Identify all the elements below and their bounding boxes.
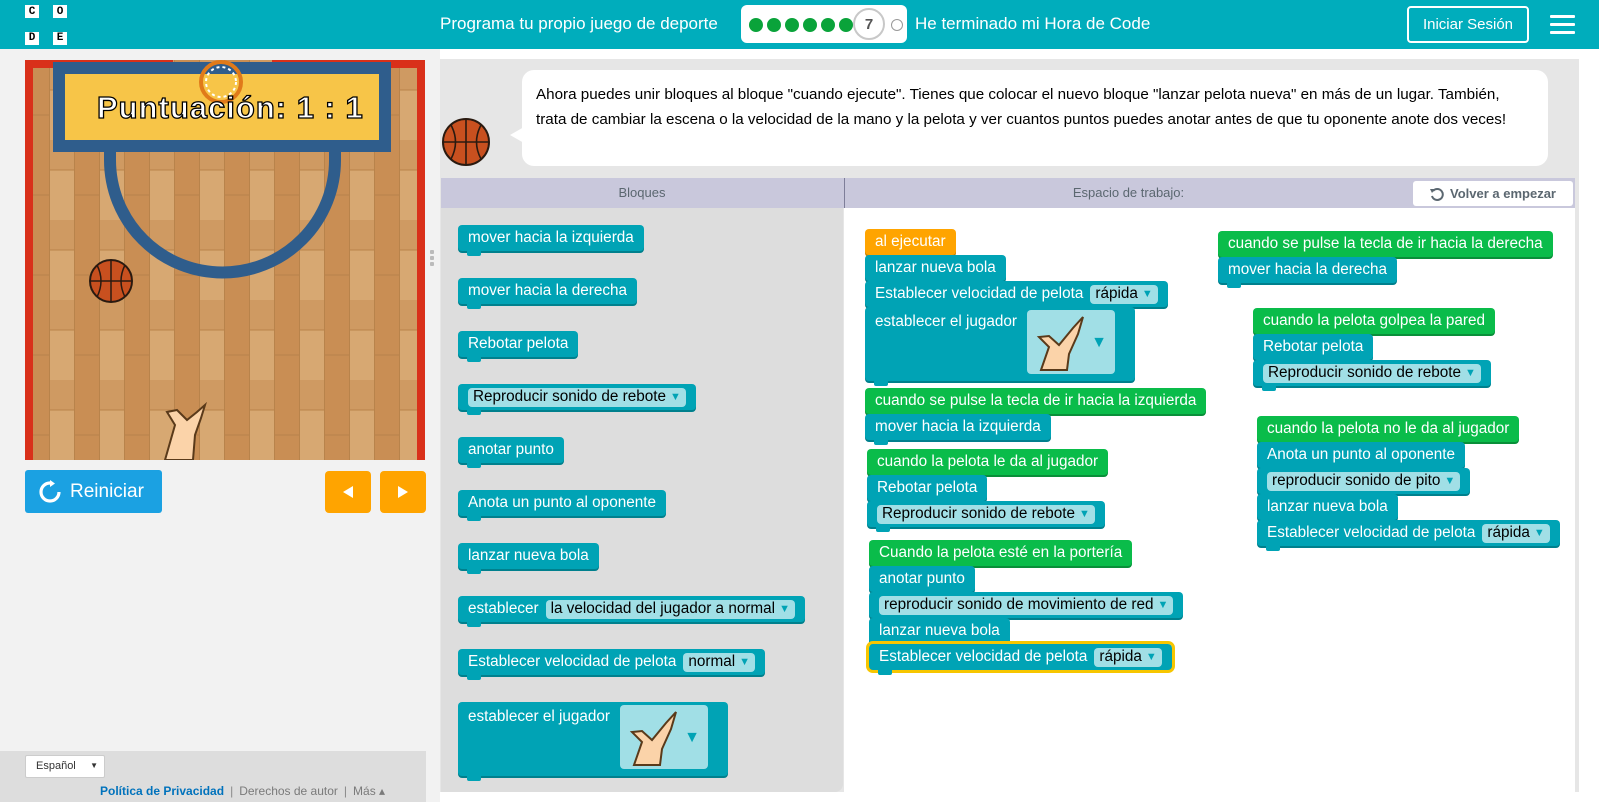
- arrow-left-button[interactable]: [325, 471, 371, 513]
- logo-letter-o: O: [53, 5, 67, 19]
- progress-dot-2[interactable]: [767, 18, 781, 32]
- footer-links: Política de Privacidad | Derechos de autor…: [100, 784, 386, 798]
- workspace-title: Espacio de trabajo:: [1072, 185, 1185, 200]
- toolbox-block-set-ball-speed[interactable]: Establecer velocidad de pelota normal ▼: [458, 649, 766, 680]
- more-link[interactable]: Más ▴: [353, 784, 385, 798]
- restart-label: Volver a empezar: [1450, 186, 1556, 201]
- header-divider: [844, 178, 845, 208]
- undo-icon: [1430, 187, 1444, 201]
- instructions-bubble: Ahora puedes unir bloques al bloque "cua…: [522, 70, 1548, 166]
- ws-play-sound-block[interactable]: Reproducir sonido de rebote ▼: [1253, 360, 1491, 391]
- ws-move-right-block[interactable]: mover hacia la derecha: [1218, 257, 1398, 288]
- progress-dot-6[interactable]: [839, 18, 853, 32]
- hand-icon: [1036, 316, 1084, 371]
- progress-dot-8[interactable]: [891, 19, 903, 31]
- logo-spacer: [53, 18, 67, 32]
- ws-move-left-block[interactable]: mover hacia la izquierda: [865, 414, 1051, 445]
- score-text: Puntuación: 1 : 1: [96, 89, 364, 125]
- logo-spacer: [39, 5, 53, 19]
- when-ball-in-goal-block[interactable]: Cuando la pelota esté en la portería: [869, 540, 1133, 566]
- player-image-dropdown[interactable]: ▼: [1027, 310, 1116, 374]
- when-right-key-block[interactable]: cuando se pulse la tecla de ir hacia la …: [1218, 231, 1553, 257]
- toolbox-block-set-player-speed[interactable]: establecer la velocidad del jugador a nor…: [458, 596, 805, 627]
- refresh-icon: [38, 479, 62, 504]
- chevron-down-icon: ▼: [90, 761, 98, 770]
- ws-set-ball-speed-block[interactable]: Establecer velocidad de pelota rápida ▼: [865, 281, 1168, 307]
- logo-letter-d: D: [25, 31, 39, 45]
- signin-button[interactable]: Iniciar Sesión: [1407, 6, 1529, 43]
- hamburger-menu-icon[interactable]: [1550, 15, 1575, 34]
- restart-button[interactable]: Volver a empezar: [1413, 181, 1573, 206]
- logo-letter-c: C: [25, 5, 39, 19]
- code-logo[interactable]: C O D E: [25, 5, 67, 45]
- ws-score-opponent-block[interactable]: Anota un punto al oponente: [1257, 442, 1465, 468]
- logo-letter-e: E: [53, 31, 67, 45]
- when-ball-hits-wall-block[interactable]: cuando la pelota golpea la pared: [1253, 308, 1495, 334]
- ws-launch-ball-block[interactable]: lanzar nueva bola: [869, 618, 1010, 644]
- logo-spacer: [39, 18, 53, 32]
- privacy-link[interactable]: Política de Privacidad: [100, 784, 224, 798]
- ws-set-ball-speed-block-selected[interactable]: Establecer velocidad de pelota rápida ▼: [866, 641, 1175, 675]
- ball-speed-dropdown[interactable]: normal ▼: [683, 652, 756, 672]
- hand-icon: [629, 711, 677, 766]
- ws-set-ball-speed-block[interactable]: Establecer velocidad de pelota rápida ▼: [1257, 520, 1560, 551]
- pane-resize-handle[interactable]: [430, 250, 434, 270]
- arrow-right-button[interactable]: [380, 471, 426, 513]
- toolbox-block-score-opponent[interactable]: Anota un punto al oponente: [458, 490, 666, 521]
- ws-bounce-block[interactable]: Rebotar pelota: [867, 475, 988, 501]
- copyright-link[interactable]: Derechos de autor: [239, 784, 338, 798]
- top-bar: C O D E Programa tu propio juego de depo…: [0, 0, 1599, 49]
- reset-label: Reiniciar: [70, 480, 144, 502]
- toolbox-title: Bloques: [618, 185, 666, 200]
- toolbox-block-bounce[interactable]: Rebotar pelota: [458, 331, 579, 362]
- toolbox-block-move-right[interactable]: mover hacia la derecha: [458, 278, 638, 309]
- ws-play-sound-block[interactable]: Reproducir sonido de rebote ▼: [867, 501, 1105, 532]
- toolbox-block-play-sound[interactable]: Reproducir sonido de rebote ▼: [458, 384, 696, 415]
- arrow-right-icon: [398, 486, 408, 498]
- progress-dot-4[interactable]: [803, 18, 817, 32]
- ball-speed-dropdown[interactable]: rápida ▼: [1482, 523, 1550, 543]
- ws-launch-ball-block[interactable]: lanzar nueva bola: [865, 255, 1006, 281]
- ws-set-player-block[interactable]: establecer el jugador ▼: [865, 307, 1135, 386]
- reset-button[interactable]: Reiniciar: [25, 470, 162, 513]
- language-value: Español: [36, 760, 76, 772]
- sound-dropdown[interactable]: Reproducir sonido de rebote ▼: [877, 504, 1095, 524]
- toolbox-block-set-player[interactable]: establecer el jugador ▼: [458, 702, 728, 781]
- progress-dot-1[interactable]: [749, 18, 763, 32]
- ws-bounce-block[interactable]: Rebotar pelota: [1253, 334, 1374, 360]
- ball-speed-dropdown[interactable]: rápida ▼: [1094, 647, 1162, 667]
- arrow-left-icon: [343, 486, 353, 498]
- sound-dropdown[interactable]: Reproducir sonido de rebote ▼: [468, 387, 686, 407]
- when-ball-hits-player-block[interactable]: cuando la pelota le da al jugador: [867, 449, 1109, 475]
- player-speed-dropdown[interactable]: la velocidad del jugador a normal ▼: [545, 599, 795, 619]
- player-image-dropdown[interactable]: ▼: [620, 705, 709, 769]
- ws-score-block[interactable]: anotar punto: [869, 566, 975, 592]
- toolbox-block-launch-ball[interactable]: lanzar nueva bola: [458, 543, 599, 574]
- progress-dot-3[interactable]: [785, 18, 799, 32]
- language-select[interactable]: Español ▼: [25, 755, 105, 778]
- when-ball-misses-player-block[interactable]: cuando la pelota no le da al jugador: [1257, 416, 1520, 442]
- progress-dot-5[interactable]: [821, 18, 835, 32]
- sound-dropdown[interactable]: reproducir sonido de pito ▼: [1267, 471, 1461, 491]
- logo-spacer: [25, 18, 39, 32]
- current-level-badge[interactable]: 7: [853, 8, 885, 40]
- sound-dropdown[interactable]: reproducir sonido de movimiento de red ▼: [879, 595, 1174, 615]
- finish-link[interactable]: He terminado mi Hora de Code: [915, 14, 1150, 34]
- level-progress: 7: [741, 5, 907, 43]
- toolbox-block-move-left[interactable]: mover hacia la izquierda: [458, 225, 644, 256]
- ball-icon: [89, 259, 133, 303]
- basketball-avatar-icon: [441, 117, 491, 172]
- logo-spacer: [39, 31, 53, 45]
- game-canvas[interactable]: Puntuación: 1 : 1: [25, 60, 425, 460]
- toolbox-block-score[interactable]: anotar punto: [458, 437, 564, 468]
- ws-launch-ball-block[interactable]: lanzar nueva bola: [1257, 494, 1398, 520]
- when-run-block[interactable]: al ejecutar: [865, 229, 956, 255]
- sound-dropdown[interactable]: Reproducir sonido de rebote ▼: [1263, 363, 1481, 383]
- ball-speed-dropdown[interactable]: rápida ▼: [1090, 284, 1158, 304]
- ws-net-sound-block[interactable]: reproducir sonido de movimiento de red ▼: [869, 592, 1184, 618]
- when-left-key-block[interactable]: cuando se pulse la tecla de ir hacia la …: [865, 388, 1207, 414]
- ws-whistle-sound-block[interactable]: reproducir sonido de pito ▼: [1257, 468, 1471, 494]
- puzzle-title: Programa tu propio juego de deporte: [440, 14, 718, 33]
